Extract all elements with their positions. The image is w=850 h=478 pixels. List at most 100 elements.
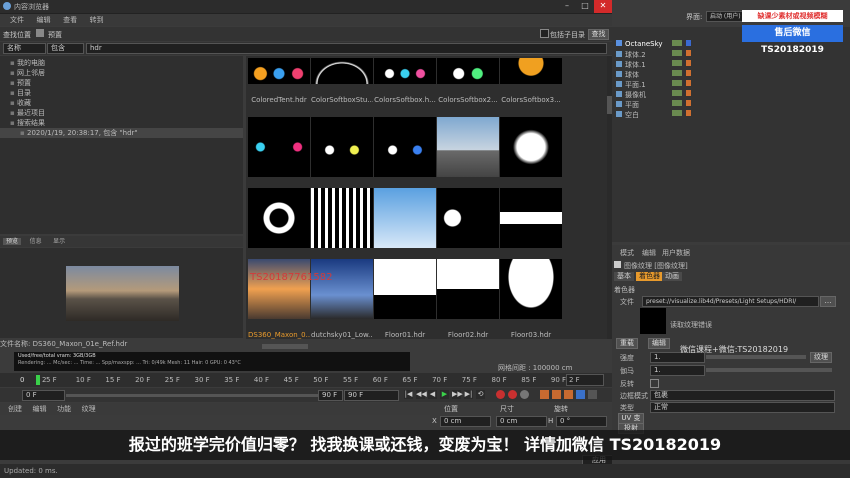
visibility-icon[interactable] <box>672 100 682 106</box>
object-row[interactable]: 球体.1 <box>616 60 691 70</box>
object-row[interactable]: 空白 <box>616 110 691 120</box>
search-button[interactable]: 查找 <box>588 29 609 40</box>
visibility-icon[interactable] <box>672 90 682 96</box>
file-path-field[interactable]: preset://visualize.lib4d/Presets/Light S… <box>642 296 819 307</box>
thumbnail-item[interactable]: dutchsky01_Low... <box>311 259 373 339</box>
power-slider[interactable] <box>706 355 806 359</box>
thumbnail-item[interactable]: Floor02.hdr <box>437 259 499 339</box>
tag-icon[interactable] <box>686 90 691 96</box>
auto-key-button[interactable] <box>508 390 517 399</box>
tab-display[interactable]: 显示 <box>50 238 68 245</box>
object-row[interactable]: 平面.1 <box>616 80 691 90</box>
search-input[interactable]: hdr <box>86 43 607 54</box>
loop-button[interactable]: ⟲ <box>476 390 485 399</box>
visibility-icon[interactable] <box>672 50 682 56</box>
visibility-icon[interactable] <box>672 110 682 116</box>
thumbnail-item[interactable]: Cool Light.hdr <box>311 188 373 268</box>
attr-menu-mode[interactable]: 模式 <box>620 248 634 258</box>
texture-button[interactable]: 纹理 <box>810 352 832 363</box>
thumbnail-item[interactable]: DS360_Maxon_0... <box>248 259 310 339</box>
thumbnail-item[interactable]: ColorsSoftbox2... <box>437 58 499 104</box>
tag-icon[interactable] <box>686 80 691 86</box>
tag-icon[interactable] <box>686 40 691 46</box>
menu-create[interactable]: 创建 <box>8 405 22 413</box>
rotation-h-field[interactable]: 0 ° <box>556 416 607 427</box>
tab-shader[interactable]: 着色器 <box>636 272 663 281</box>
prev-key-button[interactable]: ◀◀ <box>416 390 427 399</box>
tree-item[interactable]: ▪ 最近项目 <box>0 108 243 118</box>
thumbnail-item[interactable]: Floor01.hdr <box>374 259 436 339</box>
visibility-icon[interactable] <box>672 70 682 76</box>
move-key-icon[interactable] <box>540 390 549 399</box>
menu-edit2[interactable]: 编辑 <box>33 405 47 413</box>
scale-key-icon[interactable] <box>552 390 561 399</box>
invert-checkbox[interactable] <box>650 379 659 388</box>
playhead[interactable] <box>36 375 40 385</box>
thumbnail-item[interactable]: ColorsSoftbox3... <box>500 58 562 104</box>
tag-icon[interactable] <box>686 110 691 116</box>
search-location[interactable]: 预置 <box>48 30 62 40</box>
thumbnail-size-slider[interactable] <box>262 344 308 349</box>
tag-icon[interactable] <box>686 60 691 66</box>
menu-view[interactable]: 查看 <box>63 16 77 24</box>
menu-goto[interactable]: 转到 <box>90 16 104 24</box>
thumbnail-item[interactable]: Floor03.hdr <box>500 259 562 339</box>
tag-icon[interactable] <box>686 70 691 76</box>
menu-file[interactable]: 文件 <box>10 16 24 24</box>
tag-icon[interactable] <box>686 50 691 56</box>
keyframe-button[interactable] <box>520 390 529 399</box>
tab-preview[interactable]: 预览 <box>3 238 22 245</box>
menu-edit[interactable]: 编辑 <box>37 16 51 24</box>
thumbnail-item[interactable]: DayDream.hdr <box>374 188 436 268</box>
thumbnail-item[interactable]: ColorsSoftbox6... <box>374 117 436 197</box>
object-row[interactable]: OctaneSky <box>616 40 691 48</box>
thumbnail-item[interactable]: cool circle bulb... <box>248 188 310 268</box>
attr-menu-userdata[interactable]: 用户数据 <box>662 248 690 258</box>
object-row[interactable]: 摄像机 <box>616 90 691 100</box>
type-select[interactable]: 正常 <box>650 402 835 413</box>
go-start-button[interactable]: |◀ <box>404 390 413 399</box>
browse-button[interactable]: … <box>820 296 836 307</box>
tree-item[interactable]: ▪ 搜索结果 <box>0 118 243 128</box>
next-frame-button[interactable]: ▶▶ <box>452 390 463 399</box>
tab-basic[interactable]: 基本 <box>614 272 634 281</box>
object-row[interactable]: 平面 <box>616 100 691 110</box>
thumbnail-item[interactable]: ColorsSoftbox5... <box>311 117 373 197</box>
thumbnail-item[interactable]: ColoredTent.hdr <box>248 58 310 104</box>
thumbnail-item[interactable]: cool bulb.hdr <box>500 117 562 197</box>
reload-button[interactable]: 重载 <box>616 338 638 349</box>
thumbnail-item[interactable]: DH-318VC_con... <box>437 188 499 268</box>
tree-item[interactable]: ▪ 我的电脑 <box>0 58 243 68</box>
gamma-field[interactable]: 1. <box>650 365 705 376</box>
gamma-slider[interactable] <box>706 368 832 372</box>
current-frame-field[interactable]: 2 F <box>566 374 604 386</box>
rotate-key-icon[interactable] <box>564 390 573 399</box>
tree-item[interactable]: ▪ 目录 <box>0 88 243 98</box>
prev-frame-button[interactable]: ◀ <box>428 390 437 399</box>
filter-mode-select[interactable]: 包含 <box>47 43 84 54</box>
size-x-field[interactable]: 0 cm <box>496 416 547 427</box>
menu-texture[interactable]: 纹理 <box>82 405 96 413</box>
thumbnail-item[interactable]: ColorSoftboxStu... <box>311 58 373 104</box>
thumbnail-item[interactable]: ColorsSoftbox4... <box>248 117 310 197</box>
thumbnail-item[interactable]: Concrete Blocks... <box>437 117 499 197</box>
border-mode-select[interactable]: 包裹 <box>650 390 835 401</box>
tree-item-search-result[interactable]: ▪ 2020/1/19, 20:38:17, 包含 "hdr" <box>0 128 243 138</box>
position-x-field[interactable]: 0 cm <box>440 416 491 427</box>
tree-item[interactable]: ▪ 收藏 <box>0 98 243 108</box>
tab-animation[interactable]: 动画 <box>662 272 682 281</box>
menu-function[interactable]: 功能 <box>57 405 71 413</box>
object-row[interactable]: 球体.2 <box>616 50 691 60</box>
tree-item[interactable]: ▪ 网上邻居 <box>0 68 243 78</box>
range-end-field[interactable]: 90 F <box>318 390 343 401</box>
edit-button[interactable]: 编辑 <box>648 338 670 349</box>
visibility-icon[interactable] <box>672 80 682 86</box>
close-button[interactable]: ✕ <box>594 0 612 13</box>
tag-icon[interactable] <box>686 100 691 106</box>
tree-item[interactable]: ▪ 预置 <box>0 78 243 88</box>
timeline-menu-icon[interactable] <box>588 390 597 399</box>
start-frame-field[interactable]: 0 F <box>22 390 65 401</box>
record-button[interactable] <box>496 390 505 399</box>
visibility-icon[interactable] <box>672 60 682 66</box>
tab-info[interactable]: 信息 <box>27 238 45 245</box>
